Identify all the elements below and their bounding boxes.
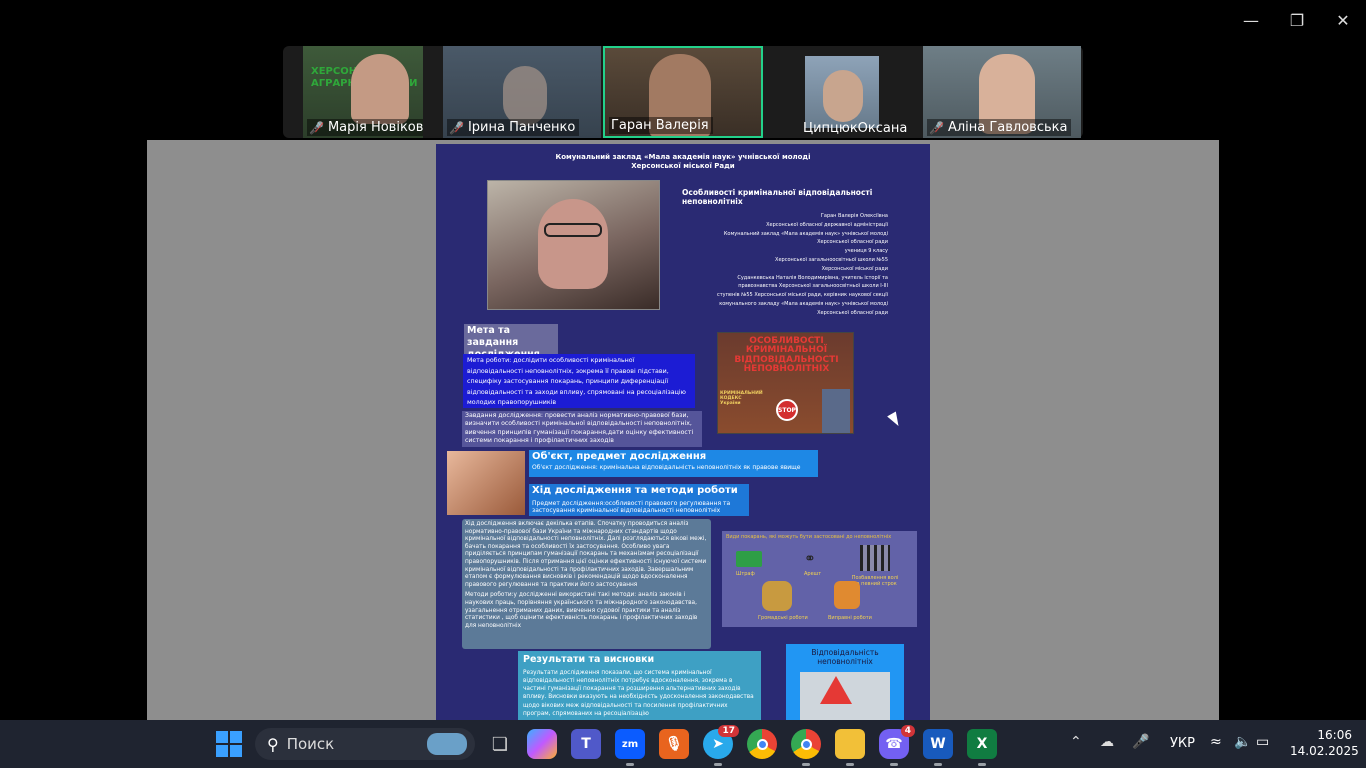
hands-image [447, 451, 525, 515]
search-box[interactable]: ⚲ Поиск [255, 728, 475, 760]
punishment-title: Види покарань, які можуть бути застосова… [726, 534, 892, 540]
punishment-item: Штраф [736, 571, 755, 577]
viber-icon[interactable]: ☎ 4 [879, 725, 915, 766]
participant-tile[interactable] [805, 56, 879, 128]
process-box: Хід дослідження включає декілька етапів.… [462, 519, 711, 649]
participant-tile[interactable]: ХЕРСОНСЬК АГРАРНО НІВЕРСИ 🎤̸Марія Новіко… [303, 46, 423, 138]
close-icon[interactable]: ✕ [1320, 6, 1366, 34]
responsibility-title: Відповідальність неповнолітніх [811, 648, 879, 667]
participant-name: Гаран Валерія [609, 117, 713, 134]
participant-name: 🎤̸ Ірина Панченко [447, 119, 580, 136]
prison-bars-icon [860, 545, 890, 571]
viber-badge: 4 [900, 725, 915, 737]
section-method-heading: Хід дослідження та методи роботи [532, 485, 738, 496]
labor-icon [834, 581, 860, 609]
microphone-app-icon[interactable]: 🎙 [659, 729, 689, 759]
method-box: Хід дослідження та методи роботи Предмет… [529, 484, 749, 516]
taskbar: ⚲ Поиск ❏ T zm 🎙 ➤ 17 ☎ 4 W X ⌃ ☁ 🎤 УКР ≈ … [0, 720, 1366, 768]
search-icon: ⚲ [267, 734, 279, 754]
minimize-icon[interactable]: — [1228, 6, 1274, 34]
copilot-icon[interactable] [527, 729, 557, 759]
book-subtitle: КРИМІНАЛЬНИЙ КОДЕКС України [720, 391, 763, 406]
warning-sign-image [800, 672, 890, 720]
object-box: Об'єкт, предмет дослідження Об'єкт дослі… [529, 450, 818, 477]
participant-video [823, 70, 863, 122]
search-placeholder: Поиск [286, 735, 335, 753]
tasks-text: Завдання дослідження: провести аналіз но… [462, 411, 702, 447]
punishment-item: Виправні роботи [828, 615, 872, 621]
participant-name: 🎤̸ Марія Новікова [307, 119, 423, 136]
file-explorer-icon[interactable] [835, 729, 865, 766]
chrome-profile-icon[interactable] [791, 729, 821, 766]
results-box: Результати та висновки Результати дослід… [518, 651, 761, 720]
stop-sign-icon: STOP [776, 399, 798, 421]
workers-icon [762, 581, 792, 611]
shared-screen: Комунальний заклад «Мала академія наук» … [147, 140, 1219, 720]
handcuffs-icon: ⚭ [804, 551, 816, 567]
participant-name: ЦипцюкОксана [803, 121, 908, 136]
punishment-item: Громадські роботи [758, 615, 808, 621]
battery-icon[interactable]: ▭ [1256, 734, 1269, 750]
task-view-icon[interactable]: ❏ [485, 729, 515, 759]
volume-icon[interactable]: 🔈 [1234, 734, 1251, 750]
participant-name: 🎤̸ Аліна Гавловська [927, 119, 1072, 136]
money-icon [736, 551, 762, 567]
onedrive-icon[interactable]: ☁ [1100, 734, 1114, 750]
punishment-item: Арешт [804, 571, 822, 577]
process-text: Хід дослідження включає декілька етапів.… [465, 521, 707, 588]
participant-tile[interactable]: 🎤̸ Аліна Гавловська [923, 46, 1081, 138]
clock-time: 16:06 [1317, 728, 1352, 742]
clock-date: 14.02.2025 [1290, 744, 1359, 758]
poster-title: Особливості кримінальної відповідальност… [682, 188, 873, 207]
wifi-icon[interactable]: ≈ [1210, 734, 1222, 750]
object-text: Об'єкт дослідження: кримінальна відповід… [532, 463, 801, 471]
chrome-icon[interactable] [747, 729, 777, 759]
participant-video [351, 54, 409, 124]
author-photo [487, 180, 660, 310]
excel-icon[interactable]: X [967, 729, 997, 766]
clock[interactable]: 16:06 14.02.2025 [1290, 727, 1359, 759]
windows-start-icon[interactable] [215, 730, 243, 758]
responsibility-box: Відповідальність неповнолітніх [786, 644, 904, 720]
word-icon[interactable]: W [923, 729, 953, 766]
punishment-types-box: Види покарань, які можуть бути застосова… [722, 531, 917, 627]
language-indicator[interactable]: УКР [1170, 736, 1195, 751]
participant-tile-active-speaker[interactable]: Гаран Валерія [603, 46, 763, 138]
telegram-badge: 17 [718, 725, 739, 737]
restore-icon[interactable]: ❐ [1274, 6, 1320, 34]
section-object-heading: Об'єкт, предмет дослідження [532, 451, 707, 462]
subject-text: Предмет дослідження:особливості правовог… [532, 499, 731, 514]
section-results-heading: Результати та висновки [523, 654, 655, 665]
author-block: Гаран Валерія Олексіївна Херсонської обл… [717, 213, 888, 316]
teams-icon[interactable]: T [571, 729, 601, 759]
research-poster: Комунальний заклад «Мала академія наук» … [436, 144, 930, 720]
participant-video [503, 66, 547, 126]
chevron-up-icon[interactable]: ⌃ [1070, 734, 1082, 750]
mic-muted-icon: 🎤̸ [929, 120, 944, 135]
zoom-icon[interactable]: zm [615, 729, 645, 766]
mic-muted-icon: 🎤̸ [309, 120, 324, 135]
search-highlight-icon [427, 733, 467, 755]
officer-figure [822, 389, 850, 433]
video-gallery: ХЕРСОНСЬК АГРАРНО НІВЕРСИ 🎤̸Марія Новіко… [283, 46, 1083, 138]
book-title: ОСОБЛИВОСТІ КРИМІНАЛЬНОЇ ВІДПОВІДАЛЬНОСТ… [734, 336, 839, 375]
microphone-icon[interactable]: 🎤 [1132, 734, 1149, 750]
poster-header: Комунальний заклад «Мала академія наук» … [555, 153, 811, 170]
goal-text: Мета роботи: дослідити особливості кримі… [463, 354, 695, 408]
telegram-icon[interactable]: ➤ 17 [703, 725, 739, 766]
book-cover-image: ОСОБЛИВОСТІ КРИМІНАЛЬНОЇ ВІДПОВІДАЛЬНОСТ… [717, 332, 854, 434]
participant-tile[interactable]: 🎤̸ Ірина Панченко [443, 46, 601, 138]
methods-text: Методи роботи:у дослідженні використані … [465, 592, 698, 629]
mic-muted-icon: 🎤̸ [449, 120, 464, 135]
results-text: Результати дослідження показали, що сист… [523, 669, 754, 717]
window-controls: — ❐ ✕ [1228, 6, 1366, 34]
